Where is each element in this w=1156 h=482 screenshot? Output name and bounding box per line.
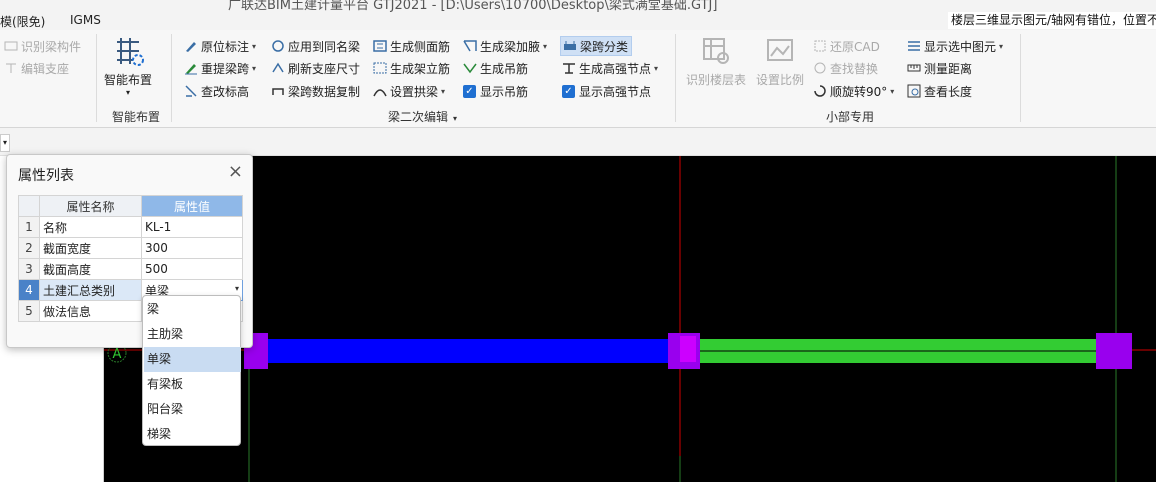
- span-classify-button[interactable]: 梁跨分类: [560, 36, 633, 56]
- table-row[interactable]: 1 名称 KL-1: [18, 216, 243, 238]
- edit-support-button[interactable]: 编辑支座: [4, 58, 69, 78]
- name-header: 属性名称: [39, 195, 142, 217]
- ruler-icon: [907, 61, 921, 75]
- in-place-annotate-button[interactable]: 原位标注 ▾: [184, 36, 256, 56]
- list-icon: [907, 39, 921, 53]
- value-cell[interactable]: KL-1: [141, 216, 243, 238]
- table-row[interactable]: 2 截面宽度 300: [18, 237, 243, 259]
- floor-table-icon: [703, 38, 729, 64]
- gen-erection-rebar-button[interactable]: 生成架立筋: [373, 58, 450, 78]
- table-row[interactable]: 3 截面高度 500: [18, 258, 243, 280]
- rotate-90-button[interactable]: 顺旋转90° ▾: [813, 81, 894, 101]
- close-icon[interactable]: ×: [228, 161, 243, 182]
- index-header: [18, 195, 40, 217]
- rotate-icon: [813, 84, 827, 98]
- show-hanger-checkbox[interactable]: ✓ 显示吊筋: [463, 81, 528, 101]
- dropdown-option[interactable]: 有梁板: [144, 372, 241, 397]
- ribbon-separator: [171, 34, 172, 122]
- smart-layout-icon: [117, 38, 144, 66]
- classify-icon: [563, 39, 577, 53]
- canvas-drawing: A: [104, 156, 1156, 482]
- category-dropdown-list[interactable]: 梁 主肋梁 单梁 有梁板 阳台梁 梯梁: [142, 295, 241, 446]
- gen-haunch-button[interactable]: 生成梁加腋 ▾: [463, 36, 547, 56]
- haunch-icon: [463, 39, 477, 53]
- ribbon-separator: [96, 34, 97, 122]
- elevation-icon: [184, 84, 198, 98]
- gen-hanger-rebar-button[interactable]: 生成吊筋: [463, 58, 528, 78]
- smart-layout-button[interactable]: 智能布置 ▾: [102, 34, 154, 97]
- dropdown-option-selected[interactable]: 单梁: [144, 347, 241, 372]
- app-window: 广联达BIM土建计量平台 GTJ2021 - [D:\Users\10700\D…: [0, 0, 1156, 482]
- dropdown-option[interactable]: 梯梁: [144, 422, 241, 447]
- menu-tab-modeling[interactable]: 模(限免): [0, 13, 45, 30]
- annotate-icon: [184, 39, 198, 53]
- set-arch-beam-button[interactable]: 设置拱梁 ▾: [373, 81, 445, 101]
- dropdown-option[interactable]: 阳台梁: [144, 397, 241, 422]
- restore-cad-button[interactable]: 还原CAD: [813, 36, 880, 56]
- value-cell[interactable]: 300: [141, 237, 243, 259]
- beam-span-blue[interactable]: [250, 339, 682, 363]
- re-extract-span-button[interactable]: 重提梁跨 ▾: [184, 58, 256, 78]
- dropdown-option[interactable]: 梁: [144, 297, 241, 322]
- check-elevation-button[interactable]: 查改标高: [184, 81, 249, 101]
- title-bar: 广联达BIM土建计量平台 GTJ2021 - [D:\Users\10700\D…: [0, 0, 1156, 30]
- menu-tab-igms[interactable]: IGMS: [70, 13, 101, 27]
- refresh-support-size-button[interactable]: 刷新支座尺寸: [271, 58, 360, 78]
- find-icon: [813, 61, 827, 75]
- dropdown-option[interactable]: 主肋梁: [144, 322, 241, 347]
- support-icon: [4, 61, 18, 75]
- value-cell[interactable]: 500: [141, 258, 243, 280]
- recognize-floor-table-button[interactable]: 识别楼层表: [684, 34, 748, 88]
- restore-icon: [813, 39, 827, 53]
- checkbox-checked-icon: ✓: [463, 84, 476, 98]
- erection-rebar-icon: [373, 61, 387, 75]
- checkbox-checked-icon: ✓: [562, 84, 575, 98]
- gen-side-rebar-button[interactable]: 生成侧面筋: [373, 36, 450, 56]
- find-replace-button[interactable]: 查找替换: [813, 58, 878, 78]
- ribbon: 识别梁构件 编辑支座 智能布置 ▾ 智能布置 原位标注 ▾ 重提梁跨 ▾ 查改标…: [0, 30, 1156, 128]
- copy-icon: [271, 84, 285, 98]
- notice-banner: 楼层三维显示图元/轴网有错位，位置不: [948, 12, 1156, 29]
- measure-distance-button[interactable]: 测量距离: [907, 58, 972, 78]
- apply-icon: [271, 39, 285, 53]
- chevron-down-icon[interactable]: ▾: [235, 284, 239, 293]
- show-high-strength-node-checkbox[interactable]: ✓ 显示高强节点: [562, 81, 651, 101]
- scale-icon: [767, 39, 793, 61]
- beam-edit-group-label: 梁二次编辑 ▾: [388, 110, 458, 124]
- pencil-icon: [184, 61, 198, 75]
- dialog-title: 属性列表: [18, 168, 74, 184]
- smart-group-label: 智能布置: [112, 110, 161, 124]
- drawing-canvas[interactable]: A: [104, 156, 1156, 482]
- hanger-icon: [463, 61, 477, 75]
- value-header: 属性值: [141, 195, 243, 217]
- apply-same-name-button[interactable]: 应用到同名梁: [271, 36, 360, 56]
- window-title: 广联达BIM土建计量平台 GTJ2021 - [D:\Users\10700\D…: [228, 0, 718, 13]
- chevron-down-icon[interactable]: ▾: [0, 134, 10, 152]
- copy-span-data-button[interactable]: 梁跨数据复制: [271, 81, 360, 101]
- refresh-icon: [271, 61, 285, 75]
- support-column[interactable]: [1096, 333, 1132, 369]
- gen-high-strength-node-button[interactable]: 生成高强节点 ▾: [562, 58, 658, 78]
- ribbon-separator: [1020, 34, 1021, 122]
- side-rebar-icon: [373, 39, 387, 53]
- sub-toolbar: [0, 128, 1156, 156]
- view-length-button[interactable]: 查看长度: [907, 81, 972, 101]
- node-icon: [562, 61, 576, 75]
- show-selected-button[interactable]: 显示选中图元 ▾: [907, 36, 1003, 56]
- length-icon: [907, 84, 921, 98]
- axis-label: A: [113, 347, 122, 362]
- small-group-label: 小部专用: [826, 110, 875, 124]
- support-core: [680, 336, 696, 362]
- ribbon-separator: [675, 34, 676, 122]
- recognize-icon: [4, 39, 18, 53]
- recognize-beam-button[interactable]: 识别梁构件: [4, 36, 81, 56]
- set-scale-button[interactable]: 设置比例: [752, 34, 808, 88]
- arch-icon: [373, 84, 387, 98]
